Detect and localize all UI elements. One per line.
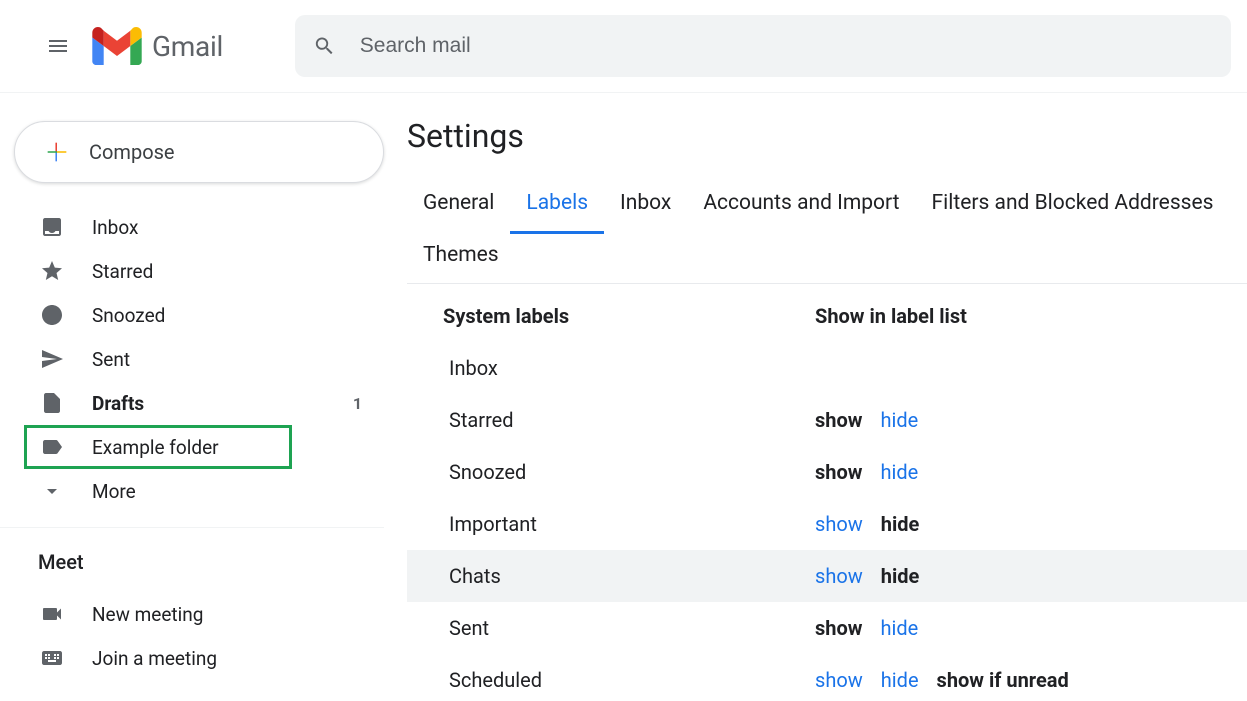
meet-nav: New meeting Join a meeting [0,592,384,680]
sidebar-item-example-folder[interactable]: Example folder [24,425,292,469]
sidebar-item-inbox[interactable]: Inbox [0,205,384,249]
gmail-logo-text: Gmail [152,30,223,63]
main-menu-button[interactable] [34,22,82,70]
label-actions: show hide [815,408,918,432]
label-actions: show hide [815,616,918,640]
meet-item-join-a-meeting[interactable]: Join a meeting [0,636,384,680]
label-name: Chats [449,564,815,588]
meet-item-label: New meeting [92,603,203,626]
label-actions: show hide [815,564,919,588]
label-row-starred: Starredshow hide [407,394,1247,446]
label-name: Snoozed [449,460,815,484]
hide-link[interactable]: hide [881,668,919,692]
sidebar-item-snoozed[interactable]: Snoozed [0,293,384,337]
sidebar-item-drafts[interactable]: Drafts 1 [0,381,384,425]
col-system-labels: System labels [443,304,815,328]
plus-icon [43,138,71,166]
sidebar-item-label: Inbox [92,216,138,239]
label-actions: show hide show if unread [815,668,1069,692]
labels-table-head: System labels Show in label list [407,290,1247,342]
tab-labels[interactable]: Labels [510,181,604,234]
file-icon [40,391,64,415]
hide-link[interactable]: hide [880,616,918,640]
settings-tabs: GeneralLabelsInboxAccounts and ImportFil… [407,181,1247,284]
show-link[interactable]: show [815,512,863,536]
sidebar-item-label: Sent [92,348,130,371]
send-icon [40,347,64,371]
sidebar-item-sent[interactable]: Sent [0,337,384,381]
label-name: Sent [449,616,815,640]
tab-general[interactable]: General [407,181,510,233]
sidebar-item-label: More [92,480,136,503]
compose-label: Compose [89,140,175,164]
show-link[interactable]: show [815,460,862,484]
sidebar-item-starred[interactable]: Starred [0,249,384,293]
sidebar-item-label: Starred [92,260,153,283]
hide-link[interactable]: hide [881,564,920,588]
search-bar[interactable] [295,15,1231,77]
sidebar-item-label: Snoozed [92,304,165,327]
meet-item-label: Join a meeting [92,647,217,670]
hide-link[interactable]: hide [880,408,918,432]
label-actions: show hide [815,460,918,484]
label-name: Inbox [449,356,815,380]
tab-accounts-and-import[interactable]: Accounts and Import [687,181,915,233]
meet-title: Meet [0,550,384,574]
label-row-snoozed: Snoozedshow hide [407,446,1247,498]
sidebar-item-label: Example folder [92,436,219,459]
gmail-logo-icon [92,27,142,65]
tab-filters-and-blocked-addresses[interactable]: Filters and Blocked Addresses [916,181,1230,233]
show-link[interactable]: show [815,616,862,640]
label-name: Scheduled [449,668,815,692]
hide-link[interactable]: hide [880,460,918,484]
header: Gmail [0,0,1247,93]
chevron-down-icon [40,479,64,503]
tab-inbox[interactable]: Inbox [604,181,687,233]
star-icon [40,259,64,283]
col-show-in-list: Show in label list [815,304,1247,328]
label-row-chats: Chatsshow hide [407,550,1247,602]
inbox-icon [40,215,64,239]
tab-themes[interactable]: Themes [407,233,515,283]
main-panel: Settings GeneralLabelsInboxAccounts and … [385,93,1247,701]
meet-item-new-meeting[interactable]: New meeting [0,592,384,636]
sidebar-item-label: Drafts [92,392,144,415]
sidebar-item-more[interactable]: More [0,469,384,513]
label-row-inbox: Inbox [407,342,1247,394]
keyboard-icon [40,646,64,670]
search-icon [313,34,336,58]
show-link[interactable]: show [815,564,863,588]
label-name: Important [449,512,815,536]
sidebar-nav: Inbox Starred Snoozed Sent Drafts 1 Example fo… [0,205,384,513]
sidebar-item-count: 1 [353,394,362,413]
video-icon [40,602,64,626]
show-link[interactable]: show [815,408,862,432]
label-row-scheduled: Scheduledshow hide show if unread [407,654,1247,701]
label-row-sent: Sentshow hide [407,602,1247,654]
compose-button[interactable]: Compose [14,121,384,183]
label-actions: show hide [815,512,919,536]
sidebar: Compose Inbox Starred Snoozed Sent Drafts 1 Ex… [0,93,385,701]
meet-section: Meet New meeting Join a meeting [0,527,384,680]
labels-table: System labels Show in label list Inbox St… [407,290,1247,701]
search-input[interactable] [358,33,1213,59]
label-row-important: Importantshow hide [407,498,1247,550]
clock-icon [40,303,64,327]
content-area: Compose Inbox Starred Snoozed Sent Drafts 1 Ex… [0,93,1247,701]
page-title: Settings [407,117,1247,155]
label-name: Starred [449,408,815,432]
show-link[interactable]: show [815,668,863,692]
label-icon [40,435,64,459]
hamburger-icon [46,34,70,58]
show-if-unread-link[interactable]: show if unread [937,668,1069,692]
hide-link[interactable]: hide [881,512,920,536]
gmail-logo[interactable]: Gmail [92,27,223,65]
